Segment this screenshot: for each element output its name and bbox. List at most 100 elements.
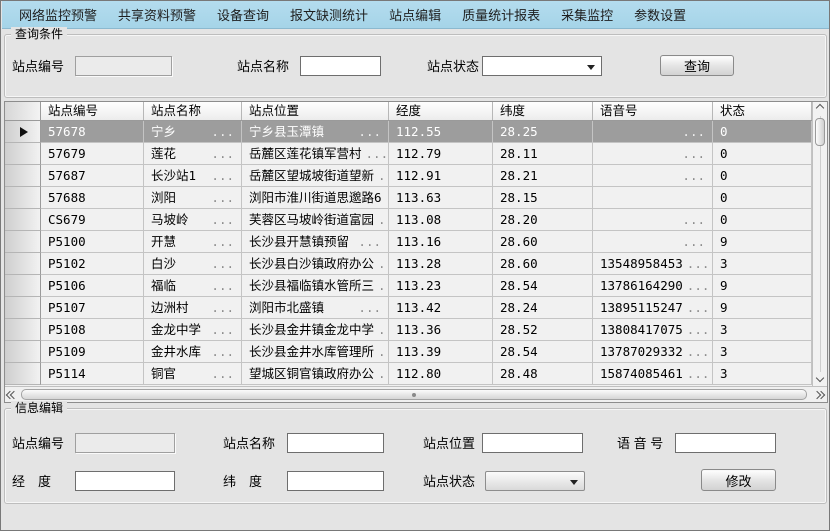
- horizontal-scrollbar[interactable]: [5, 386, 827, 402]
- table-row[interactable]: P5109金井水库...长沙县金井水库管理所...113.3928.541378…: [5, 341, 812, 363]
- column-header-lon[interactable]: 经度: [389, 102, 493, 120]
- cell-name[interactable]: 边洲村...: [144, 297, 242, 319]
- cell-lat[interactable]: 28.25: [493, 121, 593, 143]
- row-header[interactable]: [5, 143, 41, 165]
- cell-lon[interactable]: 112.79: [389, 143, 493, 165]
- query-station-status-select[interactable]: [482, 56, 602, 76]
- cell-lon[interactable]: 113.23: [389, 275, 493, 297]
- cell-name[interactable]: 开慧...: [144, 231, 242, 253]
- cell-lon[interactable]: 113.36: [389, 319, 493, 341]
- cell-name[interactable]: 福临...: [144, 275, 242, 297]
- table-row[interactable]: P5107边洲村...浏阳市北盛镇...113.4228.24138951152…: [5, 297, 812, 319]
- cell-lon[interactable]: 113.42: [389, 297, 493, 319]
- cell-lat[interactable]: 28.52: [493, 319, 593, 341]
- menu-item-7[interactable]: 采集监控: [559, 3, 615, 26]
- cell-lat[interactable]: 28.15: [493, 187, 593, 209]
- cell-name[interactable]: 长沙站1...: [144, 165, 242, 187]
- menu-item-1[interactable]: 网络监控预警: [17, 3, 99, 26]
- cell-lat[interactable]: 28.60: [493, 253, 593, 275]
- cell-status[interactable]: 3: [713, 253, 812, 275]
- column-header-status[interactable]: 状态: [713, 102, 812, 120]
- edit-voice-input[interactable]: [675, 433, 776, 453]
- cell-id[interactable]: P5108: [41, 319, 144, 341]
- column-header-id[interactable]: 站点编号: [41, 102, 144, 120]
- cell-id[interactable]: 57678: [41, 121, 144, 143]
- row-header[interactable]: [5, 187, 41, 209]
- cell-voice[interactable]: ...: [593, 121, 713, 143]
- edit-latitude-input[interactable]: [287, 471, 384, 491]
- cell-lat[interactable]: 28.11: [493, 143, 593, 165]
- cell-status[interactable]: 0: [713, 143, 812, 165]
- cell-name[interactable]: 浏阳...: [144, 187, 242, 209]
- cell-lon[interactable]: 112.55: [389, 121, 493, 143]
- cell-lon[interactable]: 112.91: [389, 165, 493, 187]
- cell-name[interactable]: 金龙中学...: [144, 319, 242, 341]
- cell-lon[interactable]: 112.80: [389, 363, 493, 385]
- row-header[interactable]: [5, 319, 41, 341]
- menu-item-6[interactable]: 质量统计报表: [460, 3, 542, 26]
- cell-voice[interactable]: 13786164290...: [593, 275, 713, 297]
- table-row[interactable]: P5114铜官...望城区铜官镇政府办公...112.8028.48158740…: [5, 363, 812, 385]
- column-header-voice[interactable]: 语音号: [593, 102, 713, 120]
- edit-station-id-input[interactable]: [75, 433, 175, 453]
- cell-voice[interactable]: ...: [593, 165, 713, 187]
- query-button[interactable]: 查询: [660, 55, 734, 76]
- cell-location[interactable]: 长沙县白沙镇政府办公...: [242, 253, 389, 275]
- row-header[interactable]: [5, 231, 41, 253]
- cell-lat[interactable]: 28.24: [493, 297, 593, 319]
- cell-name[interactable]: 铜官...: [144, 363, 242, 385]
- cell-voice[interactable]: 13895115247...: [593, 297, 713, 319]
- cell-id[interactable]: P5100: [41, 231, 144, 253]
- cell-voice[interactable]: 13548958453...: [593, 253, 713, 275]
- row-header[interactable]: [5, 341, 41, 363]
- table-row[interactable]: P5100开慧...长沙县开慧镇预留...113.1628.60...9: [5, 231, 812, 253]
- scroll-up-icon[interactable]: [817, 105, 825, 113]
- query-station-name-input[interactable]: [300, 56, 381, 76]
- horizontal-scroll-thumb[interactable]: [21, 389, 807, 400]
- edit-longitude-input[interactable]: [75, 471, 175, 491]
- scroll-down-icon[interactable]: [817, 375, 825, 383]
- cell-location[interactable]: 岳麓区望城坡街道望新...: [242, 165, 389, 187]
- cell-voice[interactable]: 13808417075...: [593, 319, 713, 341]
- cell-voice[interactable]: ...: [593, 143, 713, 165]
- cell-location[interactable]: 芙蓉区马坡岭街道富园...: [242, 209, 389, 231]
- table-row[interactable]: 57678宁乡...宁乡县玉潭镇...112.5528.25...0: [5, 121, 812, 143]
- cell-location[interactable]: 长沙县金井水库管理所...: [242, 341, 389, 363]
- cell-location[interactable]: 望城区铜官镇政府办公...: [242, 363, 389, 385]
- cell-id[interactable]: P5102: [41, 253, 144, 275]
- cell-status[interactable]: 9: [713, 297, 812, 319]
- cell-id[interactable]: 57688: [41, 187, 144, 209]
- cell-lon[interactable]: 113.63: [389, 187, 493, 209]
- table-row[interactable]: 57687长沙站1...岳麓区望城坡街道望新...112.9128.21...0: [5, 165, 812, 187]
- column-header-lat[interactable]: 纬度: [493, 102, 593, 120]
- cell-lat[interactable]: 28.21: [493, 165, 593, 187]
- query-station-id-input[interactable]: [75, 56, 172, 76]
- cell-lon[interactable]: 113.28: [389, 253, 493, 275]
- scroll-right-icon[interactable]: [814, 391, 824, 399]
- table-row[interactable]: P5108金龙中学...长沙县金井镇金龙中学...113.3628.521380…: [5, 319, 812, 341]
- cell-voice[interactable]: 13787029332...: [593, 341, 713, 363]
- cell-name[interactable]: 金井水库...: [144, 341, 242, 363]
- cell-voice[interactable]: ...: [593, 209, 713, 231]
- vertical-scroll-thumb[interactable]: [815, 118, 825, 146]
- cell-location[interactable]: 长沙县福临镇水管所三...: [242, 275, 389, 297]
- edit-station-location-input[interactable]: [482, 433, 583, 453]
- edit-station-name-input[interactable]: [287, 433, 384, 453]
- cell-id[interactable]: 57687: [41, 165, 144, 187]
- cell-status[interactable]: 0: [713, 187, 812, 209]
- cell-lat[interactable]: 28.54: [493, 341, 593, 363]
- cell-lat[interactable]: 28.20: [493, 209, 593, 231]
- cell-status[interactable]: 3: [713, 341, 812, 363]
- table-row[interactable]: 57688浏阳...浏阳市淮川街道思邈路6...113.6328.150: [5, 187, 812, 209]
- cell-status[interactable]: 0: [713, 121, 812, 143]
- cell-lon[interactable]: 113.39: [389, 341, 493, 363]
- cell-lat[interactable]: 28.60: [493, 231, 593, 253]
- menu-item-2[interactable]: 共享资料预警: [116, 3, 198, 26]
- cell-name[interactable]: 莲花...: [144, 143, 242, 165]
- menu-item-4[interactable]: 报文缺测统计: [288, 3, 370, 26]
- vertical-scrollbar[interactable]: [812, 102, 827, 386]
- cell-id[interactable]: 57679: [41, 143, 144, 165]
- row-header[interactable]: [5, 253, 41, 275]
- cell-location[interactable]: 宁乡县玉潭镇...: [242, 121, 389, 143]
- cell-voice[interactable]: [593, 187, 713, 209]
